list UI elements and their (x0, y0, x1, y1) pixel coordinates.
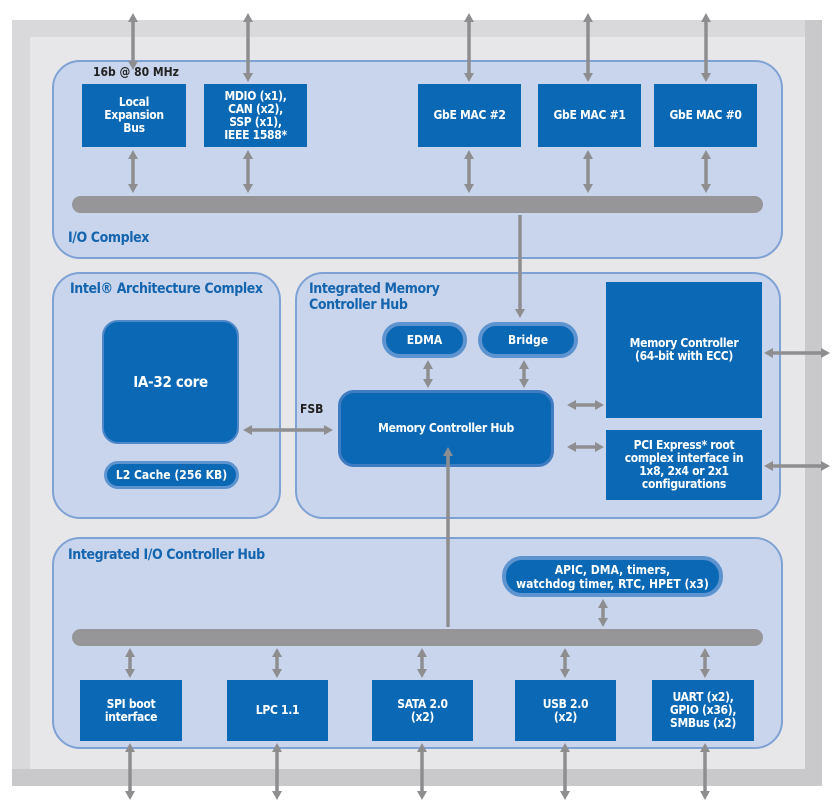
bus-block-arrow (125, 648, 135, 678)
external-io-arrow (583, 13, 593, 82)
block-bus-arrow (464, 150, 474, 193)
hub-pcie-arrow (567, 442, 604, 452)
external-io-arrow (700, 743, 710, 800)
fsb-arrow (243, 425, 333, 435)
external-io-arrow (417, 743, 427, 800)
external-io-arrow (272, 743, 282, 800)
bridge-hub-arrow (519, 360, 529, 388)
external-io-arrow (125, 743, 135, 800)
block-bus-arrow (701, 150, 711, 193)
block-bus-arrow (243, 150, 253, 193)
bus-block-arrow (417, 648, 427, 678)
external-io-arrow (701, 13, 711, 82)
external-io-arrow (560, 743, 570, 800)
external-io-arrow (243, 13, 253, 82)
iich-to-hub-arrow (443, 447, 453, 627)
bus-block-arrow (272, 648, 282, 678)
block-bus-arrow (583, 150, 593, 193)
edma-hub-arrow (423, 360, 433, 388)
external-io-arrow (128, 13, 138, 70)
block-bus-arrow (128, 150, 138, 193)
pcie-external-arrow (764, 461, 830, 471)
hub-memory-controller-arrow (567, 400, 604, 410)
bus-to-bridge-arrow (515, 215, 525, 318)
bus-block-arrow (560, 648, 570, 678)
timers-bus-arrow (598, 599, 608, 627)
memory-external-arrow (764, 348, 830, 358)
bus-block-arrow (700, 648, 710, 678)
connection-arrows (125, 13, 830, 800)
external-io-arrow (464, 13, 474, 82)
